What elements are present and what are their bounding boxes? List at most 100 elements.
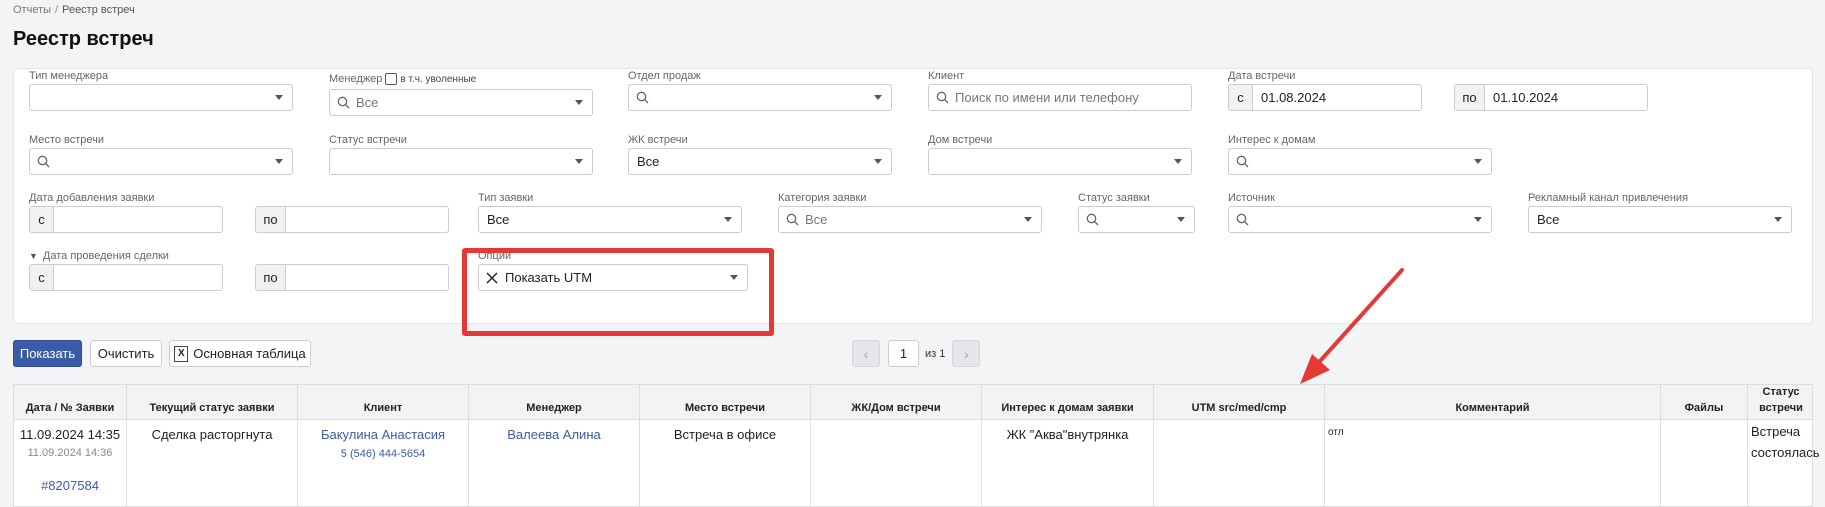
filter-manager: Менеджер в т.ч. уволенные Все [329, 69, 593, 116]
request-added-from-input[interactable]: с [29, 206, 223, 233]
table-header: Дата / № Заявки Текущий статус заявки Кл… [14, 385, 1812, 420]
chevron-down-icon [566, 100, 592, 105]
filter-label: Тип менеджера [29, 70, 109, 82]
ad-channel-select[interactable]: Все [1528, 206, 1792, 233]
col-header-files[interactable]: Файлы [1661, 385, 1748, 420]
show-button[interactable]: Показать [13, 340, 82, 367]
manager-link[interactable]: Валеева Алина [507, 427, 600, 442]
request-number-link[interactable]: #8207584 [14, 478, 126, 493]
annotation-arrow-icon [1300, 268, 1404, 384]
col-header-utm[interactable]: UTM src/med/cmp [1154, 385, 1325, 420]
filter-meeting-date: Дата встречи с 01.08.2024 по 01.10.2024 [1228, 69, 1648, 113]
excel-icon: X [174, 345, 189, 362]
interest-select[interactable] [1228, 148, 1492, 175]
chevron-down-icon [266, 95, 292, 100]
fired-checkbox[interactable] [385, 73, 398, 85]
filter-label: Категория заявки [778, 192, 867, 204]
client-name-link[interactable]: Бакулина Анастасия [298, 427, 468, 442]
cell-utm [1154, 420, 1325, 507]
meeting-date-from-input[interactable]: с 01.08.2024 [1228, 84, 1422, 111]
prev-page-button[interactable]: ‹ [852, 340, 880, 367]
col-header-status[interactable]: Текущий статус заявки [127, 385, 298, 420]
date-prefix: с [1229, 85, 1253, 110]
select-value: Все [356, 95, 379, 110]
manager-select[interactable]: Все [329, 89, 593, 116]
cell-interest: ЖК "Аква"внутрянка [982, 420, 1154, 507]
filter-source: Источник [1228, 191, 1492, 235]
source-select[interactable] [1228, 206, 1492, 233]
col-header-interest[interactable]: Интерес к домам заявки [982, 385, 1154, 420]
complex-select[interactable]: Все [628, 148, 892, 175]
col-header-meeting-status[interactable]: Статус встречи [1748, 385, 1814, 420]
col-header-complex[interactable]: ЖК/Дом встречи [811, 385, 982, 420]
col-header-place[interactable]: Место встречи [640, 385, 811, 420]
filter-label: Отдел продаж [628, 70, 701, 82]
filter-label: Источник [1228, 192, 1275, 204]
deal-date-from-input[interactable]: с [29, 264, 223, 291]
filter-meeting-status: Статус встречи [329, 133, 593, 177]
meeting-status-select[interactable] [329, 148, 593, 175]
cell-date: 11.09.2024 14:35 11.09.2024 14:36 #82075… [14, 420, 127, 507]
request-added-to-input[interactable]: по [255, 206, 449, 233]
chevron-down-icon [1765, 217, 1791, 222]
page-number-input[interactable]: 1 [888, 340, 919, 367]
clear-button[interactable]: Очистить [90, 340, 162, 367]
col-header-manager[interactable]: Менеджер [469, 385, 640, 420]
select-value: Все [1537, 212, 1560, 227]
cell-complex [811, 420, 982, 507]
sales-dept-select[interactable] [628, 84, 892, 111]
chevron-down-icon [865, 95, 891, 100]
filter-meeting-place: Место встречи [29, 133, 293, 177]
search-icon [1229, 207, 1255, 232]
cell-client: Бакулина Анастасия 5 (546) 444-5654 [298, 420, 469, 507]
house-select[interactable] [928, 148, 1192, 175]
col-header-date[interactable]: Дата / № Заявки [14, 385, 127, 420]
filter-label: Рекламный канал привлечения [1528, 192, 1689, 204]
deal-date-to-input[interactable]: по [255, 264, 449, 291]
manager-type-select[interactable] [29, 84, 293, 111]
highlight-box [462, 248, 774, 336]
col-header-comment[interactable]: Комментарий [1325, 385, 1661, 420]
breadcrumb-link-reports[interactable]: Отчеты [13, 4, 51, 16]
main-table-button[interactable]: X Основная таблица [169, 340, 311, 367]
search-icon [779, 207, 805, 232]
select-value: Все [487, 212, 510, 227]
filter-label: Тип заявки [478, 192, 534, 204]
cell-comment: отл [1325, 420, 1661, 507]
search-icon [929, 85, 955, 110]
meeting-place-select[interactable] [29, 148, 293, 175]
filter-ad-channel: Рекламный канал привлечения Все [1528, 191, 1792, 235]
meeting-date-to-input[interactable]: по 01.10.2024 [1454, 84, 1648, 111]
filter-request-category: Категория заявки Все [778, 191, 1042, 235]
deal-date-toggle[interactable]: ▼ Дата проведения сделки [29, 249, 449, 263]
filter-house: Дом встречи [928, 133, 1192, 177]
client-search-input[interactable]: Поиск по имени или телефону [928, 84, 1192, 111]
date-value: 11.09.2024 14:35 [19, 427, 121, 442]
pager: ‹ 1 из 1 › [852, 340, 981, 367]
request-status-select[interactable] [1078, 206, 1195, 233]
next-page-button[interactable]: › [952, 340, 981, 367]
filter-label: Дата добавления заявки [29, 192, 155, 204]
chevron-down-icon [1168, 217, 1194, 222]
search-icon [330, 90, 356, 115]
chevron-down-icon [715, 217, 741, 222]
date-prefix: с [30, 265, 54, 290]
select-value: Все [805, 212, 828, 227]
meetings-table: Дата / № Заявки Текущий статус заявки Кл… [13, 384, 1820, 507]
filter-label: Клиент [928, 70, 965, 82]
filter-label: Статус встречи [329, 134, 407, 146]
cell-place: Встреча в офисе [640, 420, 811, 507]
filter-interest: Интерес к домам [1228, 133, 1492, 177]
filter-manager-type: Тип менеджера [29, 69, 293, 113]
request-type-select[interactable]: Все [478, 206, 742, 233]
button-label: Основная таблица [193, 346, 306, 361]
breadcrumb-current: Реестр встреч [62, 4, 135, 16]
filter-client: Клиент Поиск по имени или телефону [928, 69, 1192, 113]
filter-panel: Тип менеджера Менеджер в т.ч. уволенные … [13, 68, 1813, 324]
client-phone-link[interactable]: 5 (546) 444-5654 [298, 448, 468, 460]
search-icon [1229, 149, 1255, 174]
request-category-select[interactable]: Все [778, 206, 1042, 233]
date-prefix: по [1455, 85, 1485, 110]
search-icon [30, 149, 56, 174]
col-header-client[interactable]: Клиент [298, 385, 469, 420]
